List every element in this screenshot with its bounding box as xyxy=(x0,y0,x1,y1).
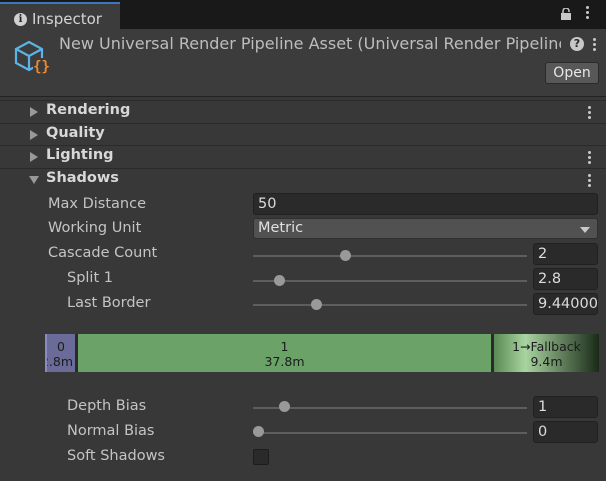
header-menu-icon[interactable] xyxy=(592,37,598,53)
normal-bias-slider-thumb[interactable] xyxy=(253,426,264,437)
working-unit-value: Metric xyxy=(258,220,304,236)
depth-bias-label: Depth Bias xyxy=(67,398,147,414)
soft-shadows-checkbox[interactable] xyxy=(253,449,269,465)
cascade-index: 0 xyxy=(57,339,65,354)
tab-inspector[interactable]: i Inspector xyxy=(0,2,120,29)
info-icon: i xyxy=(14,13,27,26)
render-pipeline-asset-icon: {} xyxy=(14,40,50,75)
cascade-segment-fallback[interactable]: 1→Fallback 9.4m xyxy=(494,334,599,372)
depth-bias-slider-track[interactable] xyxy=(253,407,527,409)
normal-bias-label: Normal Bias xyxy=(67,423,155,439)
foldout-arrow-icon xyxy=(29,176,39,184)
foldout-arrow-icon xyxy=(30,152,38,162)
section-menu-icon[interactable] xyxy=(587,173,591,187)
cascade-count-field[interactable]: 2 xyxy=(533,243,598,265)
section-lighting[interactable]: Lighting xyxy=(0,145,606,167)
section-label: Shadows xyxy=(46,170,119,186)
depth-bias-field[interactable]: 1 xyxy=(533,396,598,418)
soft-shadows-label: Soft Shadows xyxy=(67,448,165,464)
foldout-arrow-icon xyxy=(30,107,38,117)
cascade-index: 1→Fallback xyxy=(512,339,581,354)
help-icon[interactable]: ? xyxy=(570,37,584,51)
split-1-slider-track[interactable] xyxy=(253,280,527,282)
tab-menu-icon[interactable] xyxy=(585,5,591,21)
foldout-arrow-icon xyxy=(30,130,38,140)
section-label: Quality xyxy=(46,125,105,141)
cascade-split-bar[interactable]: 0 2.8m 1 37.8m 1→Fallback 9.4m xyxy=(45,334,599,372)
last-border-slider-thumb[interactable] xyxy=(310,299,322,310)
cascade-segment-0[interactable]: 0 2.8m xyxy=(45,334,75,372)
section-quality[interactable]: Quality xyxy=(0,123,606,145)
depth-bias-slider-thumb[interactable] xyxy=(279,401,291,412)
section-menu-icon[interactable] xyxy=(587,150,591,164)
cascade-count-label: Cascade Count xyxy=(48,245,158,261)
working-unit-dropdown[interactable]: Metric xyxy=(253,218,598,239)
asset-title: New Universal Render Pipeline Asset (Uni… xyxy=(59,34,561,53)
tab-label: Inspector xyxy=(32,10,102,28)
section-label: Rendering xyxy=(46,102,131,118)
working-unit-label: Working Unit xyxy=(48,220,142,236)
svg-text:{}: {} xyxy=(33,59,50,75)
split-1-label: Split 1 xyxy=(67,270,113,286)
max-distance-label: Max Distance xyxy=(48,196,146,212)
cascade-distance: 37.8m xyxy=(264,354,305,369)
normal-bias-field[interactable]: 0 xyxy=(533,421,598,443)
last-border-label: Last Border xyxy=(67,295,151,311)
cascade-segment-1[interactable]: 1 37.8m xyxy=(78,334,491,372)
lock-icon[interactable] xyxy=(560,8,572,20)
split-1-field[interactable]: 2.8 xyxy=(533,268,598,290)
section-rendering[interactable]: Rendering xyxy=(0,100,606,122)
split-1-slider-thumb[interactable] xyxy=(274,275,286,286)
cascade-distance: 9.4m xyxy=(530,354,563,369)
last-border-field[interactable]: 9.440000 xyxy=(533,293,598,315)
max-distance-field[interactable]: 50 xyxy=(253,193,598,215)
dropdown-caret-icon xyxy=(580,227,590,233)
open-button[interactable]: Open xyxy=(545,62,599,84)
section-menu-icon[interactable] xyxy=(587,105,591,119)
normal-bias-slider-track[interactable] xyxy=(253,432,527,434)
section-label: Lighting xyxy=(46,147,114,163)
last-border-slider-track[interactable] xyxy=(253,304,527,306)
cascade-count-slider-track[interactable] xyxy=(253,255,527,257)
section-shadows[interactable]: Shadows xyxy=(0,168,606,190)
cascade-index: 1 xyxy=(280,339,289,354)
cascade-distance: 2.8m xyxy=(47,354,74,369)
cascade-count-slider-thumb[interactable] xyxy=(339,250,351,261)
